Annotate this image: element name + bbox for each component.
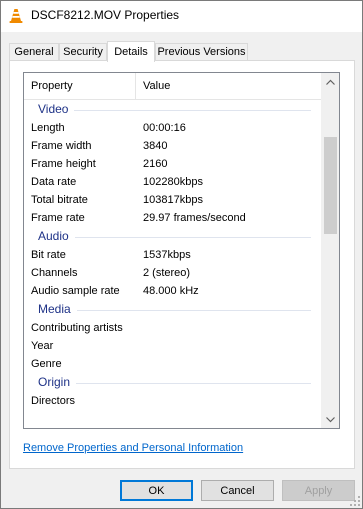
property-name: Bit rate: [31, 249, 66, 261]
property-name: Total bitrate: [31, 194, 88, 206]
property-name: Genre: [31, 358, 62, 370]
group-header: Audio: [24, 227, 323, 246]
tab-details[interactable]: Details: [107, 41, 155, 62]
property-row[interactable]: Year: [24, 337, 323, 355]
property-row[interactable]: Channels 2 (stereo): [24, 264, 323, 282]
apply-button[interactable]: Apply: [282, 480, 355, 501]
property-value[interactable]: 00:00:16: [143, 119, 186, 137]
properties-list[interactable]: Property Value Video Length 00:00:16 Frame …: [23, 72, 340, 429]
scrollbar-thumb[interactable]: [324, 137, 337, 234]
property-name: Directors: [31, 395, 76, 407]
property-row[interactable]: Genre: [24, 355, 323, 373]
property-value[interactable]: 2 (stereo): [143, 264, 190, 282]
group-label: Video: [38, 100, 75, 119]
group-divider: [38, 110, 311, 111]
scroll-down-icon[interactable]: [322, 411, 339, 428]
property-name: Year: [31, 340, 54, 352]
property-name: Length: [31, 122, 65, 134]
property-name: Frame width: [31, 140, 92, 152]
group-divider: [38, 237, 311, 238]
property-name: Frame rate: [31, 212, 85, 224]
property-name: Channels: [31, 267, 78, 279]
group-header: Origin: [24, 373, 323, 392]
tab-security[interactable]: Security: [59, 43, 107, 60]
resize-grip-icon[interactable]: [350, 496, 360, 506]
property-name: Data rate: [31, 176, 77, 188]
group-header: Media: [24, 300, 323, 319]
property-row[interactable]: Length 00:00:16: [24, 119, 323, 137]
list-header: Property Value: [24, 73, 323, 100]
vlc-cone-icon: [9, 9, 23, 23]
property-row[interactable]: Frame width 3840: [24, 137, 323, 155]
group-header: Video: [24, 100, 323, 119]
list-body: Video Length 00:00:16 Frame width 3840 Frame …: [24, 100, 323, 410]
group-label: Media: [38, 300, 77, 319]
property-value[interactable]: 102280kbps: [143, 173, 203, 191]
scroll-up-icon[interactable]: [322, 73, 339, 90]
ok-button[interactable]: OK: [120, 480, 193, 501]
property-row[interactable]: Directors: [24, 392, 323, 410]
properties-window: DSCF8212.MOV Properties General Security…: [0, 0, 363, 509]
group-label: Audio: [38, 227, 75, 246]
tab-general[interactable]: General: [9, 43, 59, 60]
property-name: Contributing artists: [31, 322, 123, 334]
property-name: Audio sample rate: [31, 285, 120, 297]
window-title: DSCF8212.MOV Properties: [31, 8, 180, 22]
tab-previous-versions[interactable]: Previous Versions: [155, 43, 248, 60]
remove-properties-link[interactable]: Remove Properties and Personal Informati…: [23, 442, 243, 454]
vertical-scrollbar[interactable]: [321, 73, 339, 428]
tab-strip: General Security Details Previous Versio…: [9, 41, 359, 62]
property-row[interactable]: Frame rate 29.97 frames/second: [24, 209, 323, 227]
cancel-button[interactable]: Cancel: [201, 480, 274, 501]
property-value[interactable]: 1537kbps: [143, 246, 191, 264]
property-name: Frame height: [31, 158, 96, 170]
column-header-value[interactable]: Value: [136, 73, 323, 99]
column-header-property[interactable]: Property: [24, 73, 136, 99]
title-bar[interactable]: DSCF8212.MOV Properties: [1, 1, 362, 32]
property-value[interactable]: 48.000 kHz: [143, 282, 199, 300]
property-row[interactable]: Frame height 2160: [24, 155, 323, 173]
property-row[interactable]: Audio sample rate 48.000 kHz: [24, 282, 323, 300]
property-value[interactable]: 29.97 frames/second: [143, 209, 246, 227]
group-divider: [38, 383, 311, 384]
group-label: Origin: [38, 373, 77, 392]
property-row[interactable]: Contributing artists: [24, 319, 323, 337]
property-row[interactable]: Data rate 102280kbps: [24, 173, 323, 191]
property-value[interactable]: 103817kbps: [143, 191, 203, 209]
group-divider: [38, 310, 311, 311]
details-panel: Property Value Video Length 00:00:16 Frame …: [9, 60, 355, 469]
property-row[interactable]: Bit rate 1537kbps: [24, 246, 323, 264]
property-value[interactable]: 2160: [143, 155, 167, 173]
property-row[interactable]: Total bitrate 103817kbps: [24, 191, 323, 209]
property-value[interactable]: 3840: [143, 137, 167, 155]
